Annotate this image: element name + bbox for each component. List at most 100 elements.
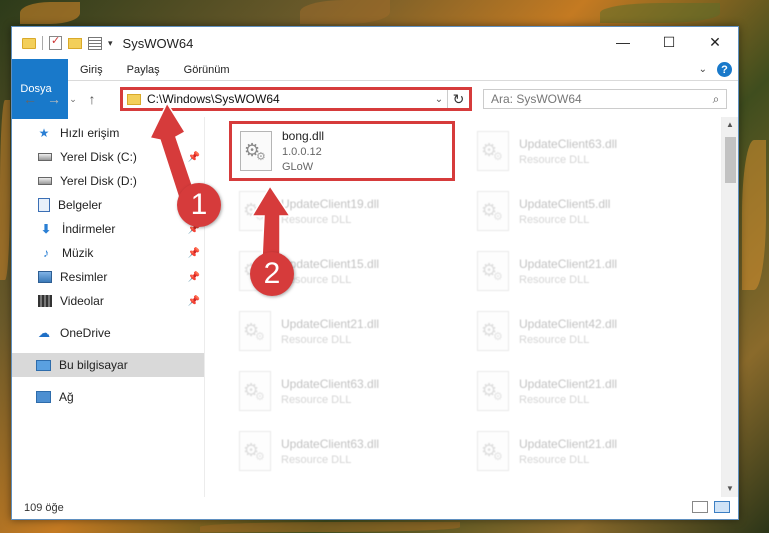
address-dropdown-icon[interactable]: ⌄: [431, 94, 447, 105]
sidebar-item-downloads[interactable]: ⬇ İndirmeler 📌: [12, 217, 204, 241]
large-icons-view-icon[interactable]: [714, 501, 730, 513]
sidebar-item-label: Müzik: [62, 246, 94, 260]
address-path[interactable]: C:\Windows\SysWOW64: [147, 92, 431, 106]
file-item[interactable]: UpdateClient21.dll Resource DLL: [473, 361, 703, 421]
refresh-button[interactable]: ↻: [447, 90, 469, 108]
dll-file-icon: [477, 131, 509, 171]
dll-file-icon: [239, 371, 271, 411]
file-description: Resource DLL: [519, 393, 590, 406]
file-description: Resource DLL: [519, 333, 590, 346]
properties-icon[interactable]: [49, 34, 62, 50]
sidebar-item-label: Hızlı erişim: [60, 126, 120, 140]
help-icon[interactable]: ?: [717, 62, 732, 77]
sidebar-item-label: Resimler: [60, 270, 108, 284]
videos-icon: [38, 295, 52, 307]
file-item[interactable]: UpdateClient63.dll Resource DLL: [235, 361, 465, 421]
close-button[interactable]: ✕: [692, 27, 738, 57]
sidebar-item-label: Videolar: [60, 294, 104, 308]
scrollbar-thumb[interactable]: [725, 137, 736, 183]
sidebar-item-local-disk-d[interactable]: Yerel Disk (D:): [12, 169, 204, 193]
scroll-down-icon[interactable]: ▼: [722, 481, 738, 497]
forward-button[interactable]: →: [42, 91, 66, 107]
dll-file-icon: [477, 311, 509, 351]
dll-file-icon: [477, 191, 509, 231]
file-item[interactable]: UpdateClient63.dll Resource DLL: [235, 421, 465, 481]
dll-file-icon: [477, 251, 509, 291]
search-input[interactable]: Ara: SysWOW64: [491, 92, 706, 106]
sidebar-item-quick-access[interactable]: ★ Hızlı erişim: [12, 121, 204, 145]
file-item[interactable]: UpdateClient5.dll Resource DLL: [473, 181, 703, 241]
details-view-icon[interactable]: [692, 501, 708, 513]
sidebar-item-label: Bu bilgisayar: [59, 358, 128, 372]
view-switcher: [692, 501, 730, 513]
file-item[interactable]: UpdateClient63.dll Resource DLL: [473, 121, 703, 181]
quick-access-toolbar: ▾: [12, 34, 113, 50]
pin-icon: 📌: [187, 247, 200, 259]
file-item-bong-dll[interactable]: bong.dll 1.0.0.12 GLoW: [229, 121, 455, 181]
recent-locations-icon[interactable]: ⌄: [66, 94, 80, 105]
sidebar-item-label: Ağ: [59, 390, 74, 404]
file-name: UpdateClient5.dll: [519, 196, 611, 211]
window-title: SysWOW64: [122, 35, 194, 51]
file-name: UpdateClient19.dll: [281, 196, 380, 211]
sidebar-item-label: Belgeler: [58, 198, 103, 212]
tab-home[interactable]: Giriş: [68, 59, 115, 80]
up-button[interactable]: ↑: [80, 91, 104, 107]
tab-share[interactable]: Paylaş: [115, 59, 172, 80]
sidebar-item-onedrive[interactable]: ☁ OneDrive: [12, 321, 204, 345]
explorer-window: ▾ SysWOW64 — ☐ ✕ Dosya Giriş Paylaş Görü…: [11, 26, 739, 520]
ribbon-right: ⌄ ?: [699, 62, 732, 77]
file-description: Resource DLL: [281, 213, 352, 226]
view-icon[interactable]: [88, 36, 102, 50]
address-bar[interactable]: C:\Windows\SysWOW64 ⌄ ↻: [120, 87, 472, 111]
ribbon-tabs: Dosya Giriş Paylaş Görünüm ⌄ ?: [12, 59, 738, 119]
navigation-bar: ← → ⌄ ↑ C:\Windows\SysWOW64 ⌄ ↻ Ara: Sys…: [12, 81, 738, 117]
file-name: UpdateClient42.dll: [519, 316, 618, 331]
window-controls: — ☐ ✕: [600, 27, 738, 57]
dll-file-icon: [477, 431, 509, 471]
cloud-icon: ☁: [38, 326, 50, 340]
new-folder-icon[interactable]: [68, 37, 82, 49]
file-description: Resource DLL: [519, 273, 590, 286]
pictures-icon: [38, 271, 52, 283]
customize-dropdown-icon[interactable]: ▾: [108, 38, 113, 49]
file-list: bong.dll 1.0.0.12 GLoW UpdateClient19.dl…: [205, 117, 721, 497]
sidebar-item-music[interactable]: ♪ Müzik 📌: [12, 241, 204, 265]
file-name: bong.dll: [282, 129, 325, 143]
documents-icon: [38, 198, 50, 212]
disk-icon: [38, 153, 52, 161]
folder-icon: [127, 93, 141, 105]
back-button[interactable]: ←: [18, 91, 42, 107]
file-description: Resource DLL: [281, 273, 352, 286]
dll-file-icon: [477, 371, 509, 411]
search-box[interactable]: Ara: SysWOW64 ⌕: [483, 89, 727, 109]
scroll-up-icon[interactable]: ▲: [722, 117, 738, 133]
tab-view[interactable]: Görünüm: [172, 59, 242, 80]
expand-ribbon-icon[interactable]: ⌄: [699, 64, 707, 75]
file-description: Resource DLL: [519, 453, 590, 466]
sidebar-item-label: Yerel Disk (D:): [60, 174, 137, 188]
file-item[interactable]: UpdateClient19.dll Resource DLL: [235, 181, 465, 241]
sidebar-item-pictures[interactable]: Resimler 📌: [12, 265, 204, 289]
minimize-button[interactable]: —: [600, 27, 646, 57]
search-icon[interactable]: ⌕: [706, 92, 726, 107]
vertical-scrollbar[interactable]: ▲ ▼: [721, 117, 738, 497]
sidebar-item-local-disk-c[interactable]: Yerel Disk (C:) 📌: [12, 145, 204, 169]
file-item[interactable]: UpdateClient42.dll Resource DLL: [473, 301, 703, 361]
file-item[interactable]: UpdateClient21.dll Resource DLL: [235, 301, 465, 361]
file-name: UpdateClient21.dll: [519, 436, 618, 451]
computer-icon: [36, 359, 51, 371]
background-leaf: [20, 2, 80, 24]
sidebar-item-this-pc[interactable]: Bu bilgisayar: [12, 353, 204, 377]
annotation-badge-1: 1: [177, 183, 221, 227]
file-name: UpdateClient63.dll: [519, 136, 618, 151]
file-item[interactable]: UpdateClient21.dll Resource DLL: [473, 241, 703, 301]
file-item[interactable]: UpdateClient21.dll Resource DLL: [473, 421, 703, 481]
maximize-button[interactable]: ☐: [646, 27, 692, 57]
file-column: bong.dll 1.0.0.12 GLoW UpdateClient19.dl…: [229, 121, 465, 481]
sidebar-item-network[interactable]: Ağ: [12, 385, 204, 409]
pin-icon: 📌: [187, 295, 200, 307]
sidebar-item-videos[interactable]: Videolar 📌: [12, 289, 204, 313]
sidebar-item-documents[interactable]: Belgeler: [12, 193, 204, 217]
navigation-pane: ★ Hızlı erişim Yerel Disk (C:) 📌 Yerel D…: [12, 117, 205, 497]
